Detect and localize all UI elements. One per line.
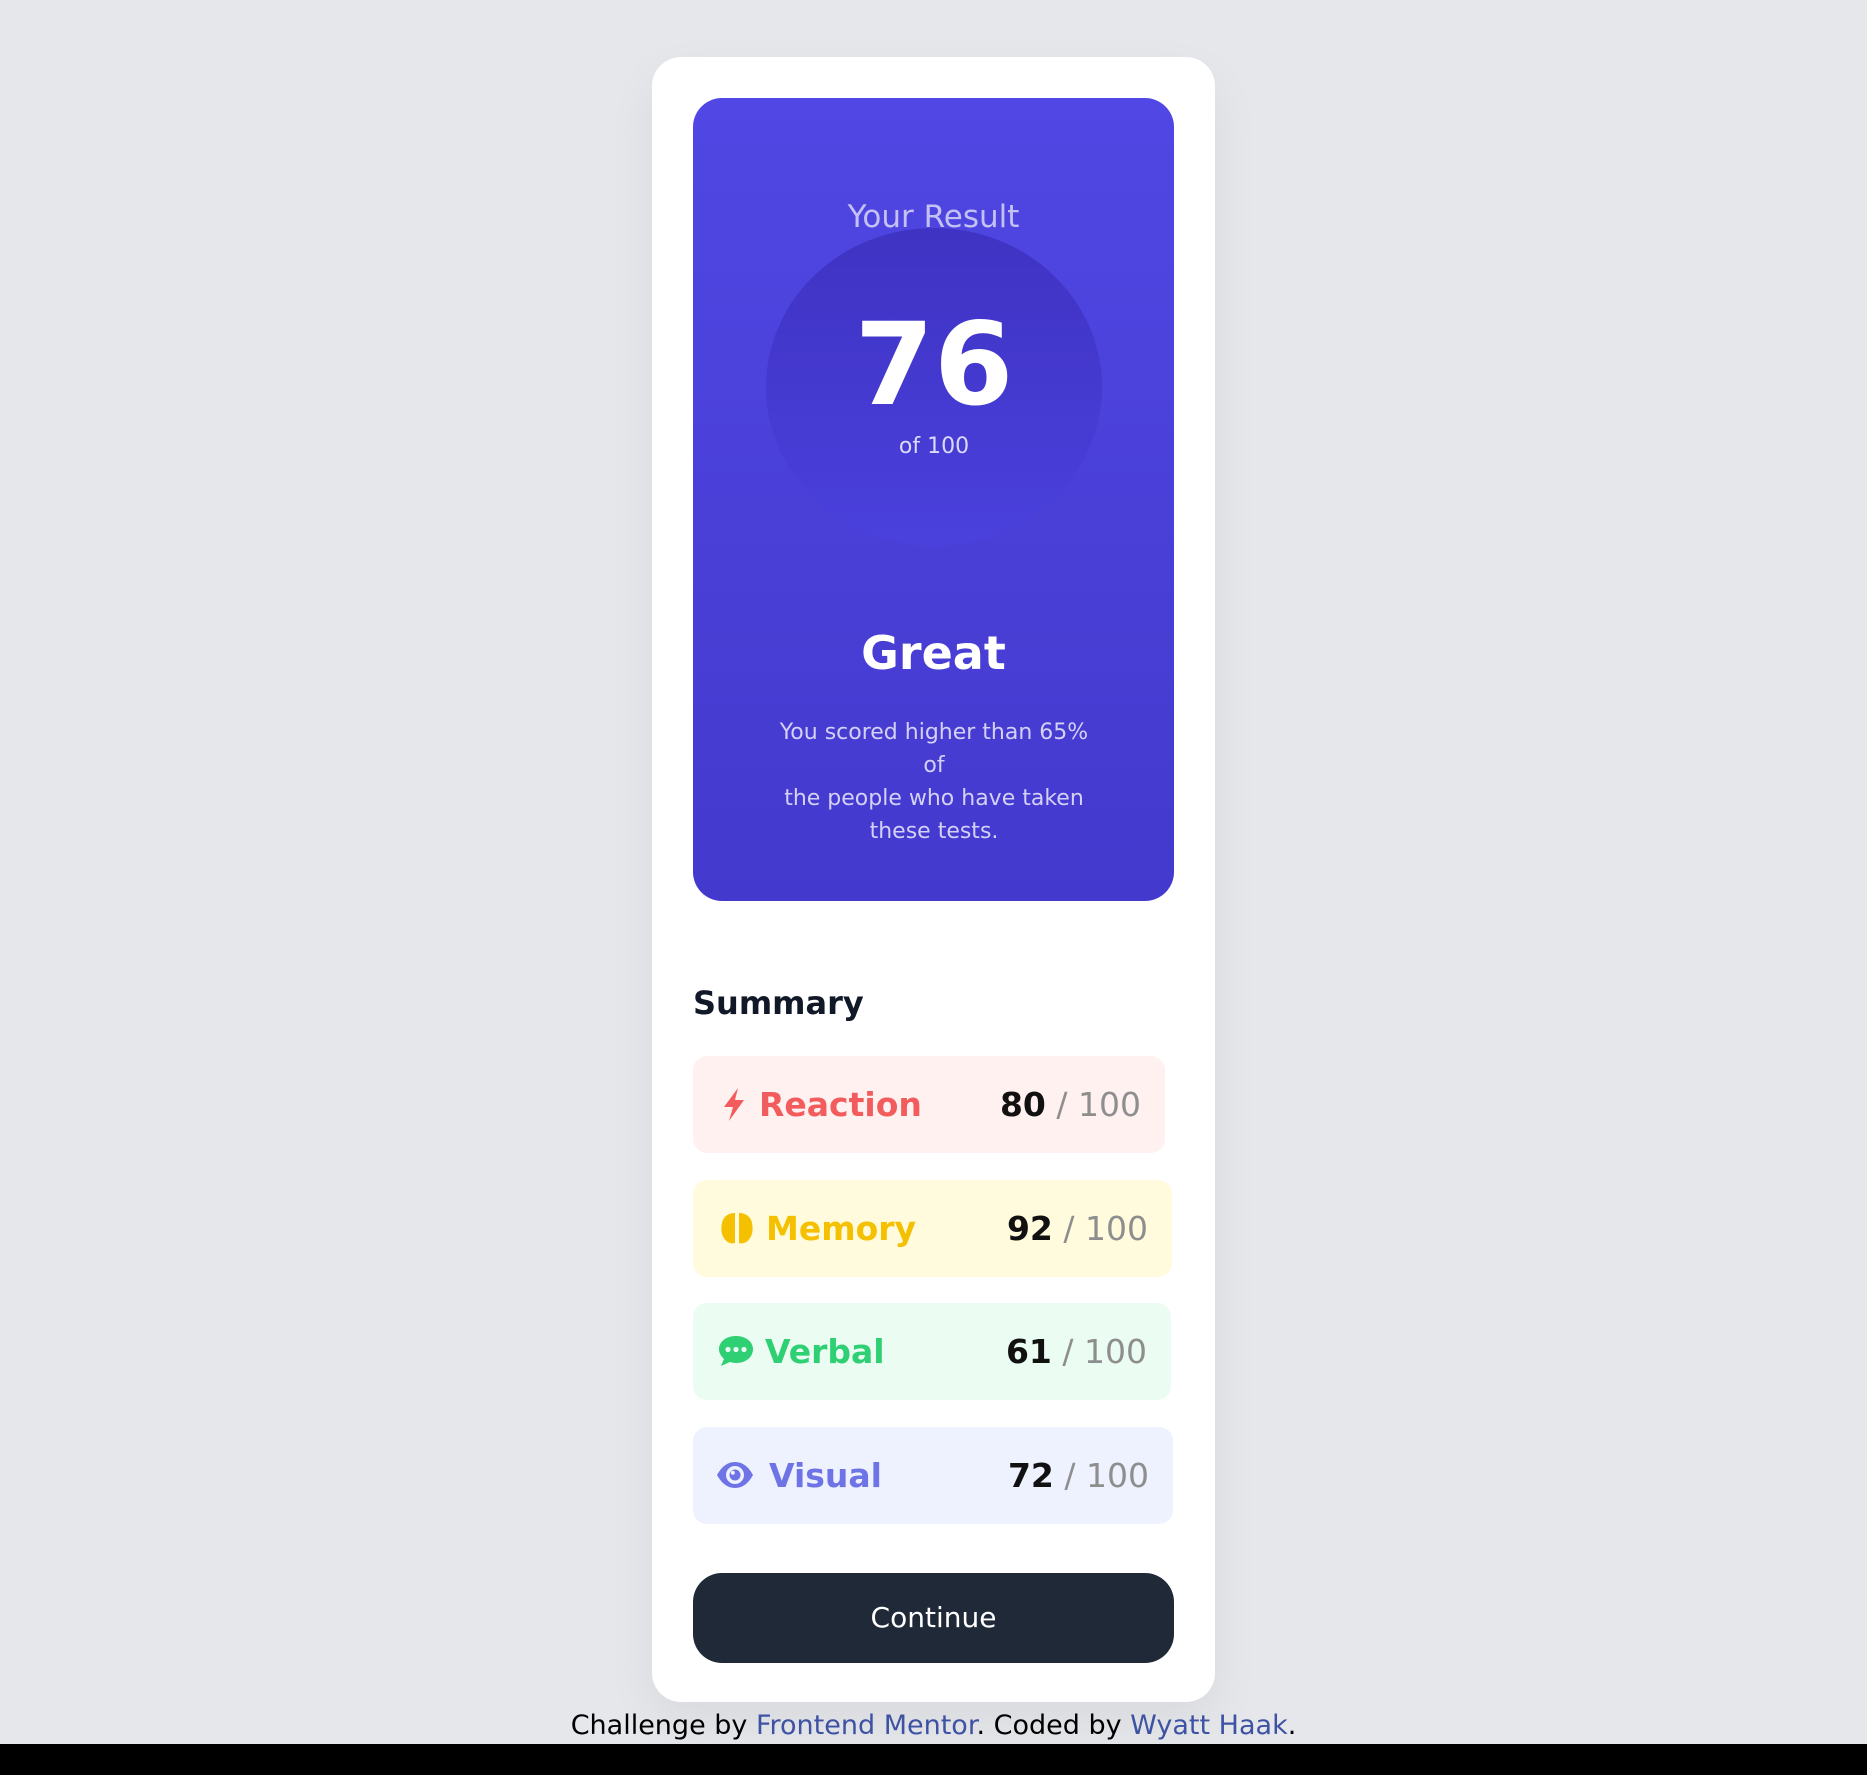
- score-value: 76: [854, 298, 1014, 431]
- bottom-bar: [0, 1744, 1867, 1775]
- summary-item-score-value: 92: [1006, 1209, 1053, 1248]
- summary-item-verbal: Verbal 61 / 100: [693, 1303, 1171, 1400]
- footer-middle: . Coded by: [976, 1710, 1131, 1741]
- continue-button[interactable]: Continue: [693, 1573, 1174, 1663]
- summary-item-score: 61 / 100: [1006, 1303, 1147, 1400]
- summary-item-visual: Visual 72 / 100: [693, 1427, 1173, 1524]
- summary-item-score-value: 72: [1007, 1456, 1054, 1495]
- summary-item-score: 72 / 100: [1008, 1427, 1149, 1524]
- summary-item-label: Memory: [766, 1209, 917, 1248]
- score-of-label: of 100: [898, 434, 970, 459]
- footer-prefix: Challenge by: [570, 1710, 756, 1741]
- lightning-icon: [724, 1088, 744, 1121]
- summary-item-score-max: / 100: [1064, 1456, 1149, 1495]
- summary-item-score-value: 80: [999, 1085, 1046, 1124]
- summary-title: Summary: [693, 984, 864, 1022]
- summary-item-memory: Memory 92 / 100: [693, 1180, 1172, 1277]
- author-link[interactable]: Wyatt Haak: [1130, 1710, 1288, 1741]
- rating-label: Great: [861, 626, 1006, 680]
- summary-item-label: Visual: [769, 1456, 882, 1495]
- summary-item-score: 92 / 100: [1007, 1180, 1148, 1277]
- summary-item-score-value: 61: [1005, 1332, 1052, 1371]
- summary-item-reaction: Reaction 80 / 100: [693, 1056, 1165, 1153]
- chat-bubble-icon: [719, 1336, 753, 1366]
- score-circle: 76 of 100: [766, 228, 1102, 546]
- summary-item-score-max: / 100: [1056, 1085, 1141, 1124]
- eye-icon: [717, 1462, 753, 1488]
- result-panel: Your Result 76 of 100 Great You scored h…: [693, 98, 1174, 901]
- results-card: Your Result 76 of 100 Great You scored h…: [652, 57, 1215, 1702]
- summary-item-score-max: / 100: [1062, 1332, 1147, 1371]
- footer-suffix: .: [1287, 1710, 1297, 1741]
- summary-item-score-max: / 100: [1063, 1209, 1148, 1248]
- result-description: You scored higher than 65% of the people …: [779, 720, 1089, 844]
- frontend-mentor-link[interactable]: Frontend Mentor: [756, 1710, 976, 1741]
- summary-item-score: 80 / 100: [1000, 1056, 1141, 1153]
- summary-item-label: Reaction: [759, 1085, 922, 1124]
- attribution-footer: Challenge by Frontend Mentor. Coded by W…: [0, 1710, 1867, 1742]
- summary-item-label: Verbal: [765, 1332, 885, 1371]
- brain-icon: [721, 1213, 753, 1244]
